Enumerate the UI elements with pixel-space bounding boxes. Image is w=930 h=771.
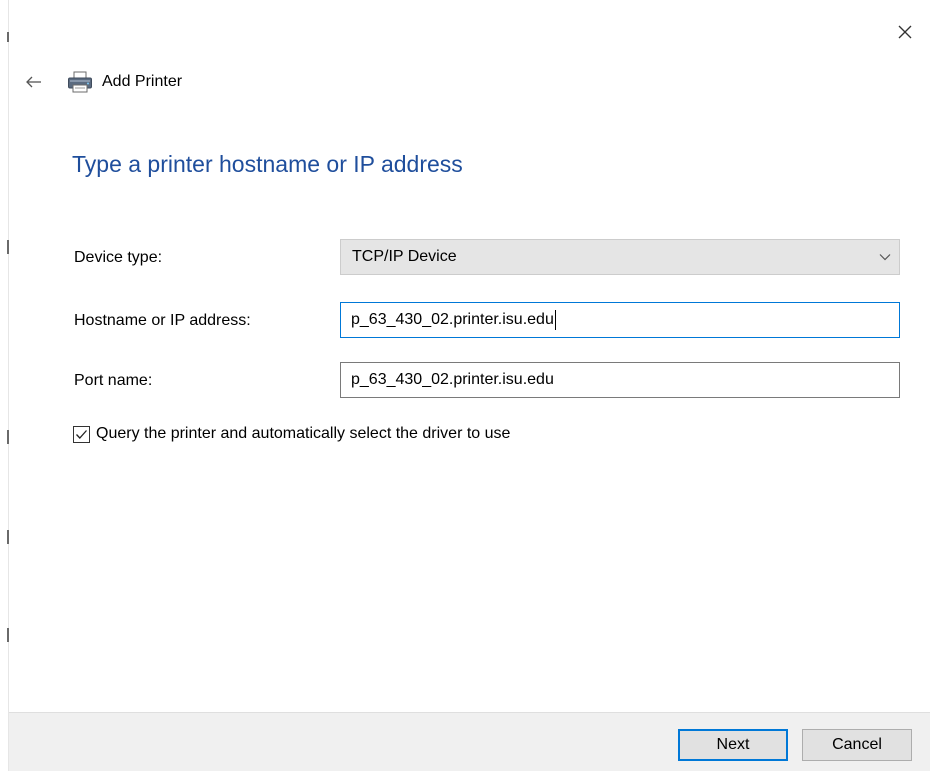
window-title: Add Printer: [102, 73, 183, 90]
add-printer-window: Add Printer Type a printer hostname or I…: [0, 0, 930, 771]
close-icon: [898, 25, 912, 39]
checkmark-icon: [76, 429, 87, 439]
device-type-dropdown[interactable]: TCP/IP Device: [340, 239, 900, 275]
port-name-input[interactable]: p_63_430_02.printer.isu.edu: [340, 362, 900, 398]
port-name-label: Port name:: [74, 372, 153, 389]
query-printer-label: Query the printer and automatically sele…: [96, 425, 511, 442]
back-button[interactable]: [22, 70, 46, 94]
device-type-row: Device type: TCP/IP Device: [72, 239, 902, 277]
close-button[interactable]: [890, 17, 920, 47]
printer-icon: [66, 70, 94, 94]
device-type-value: TCP/IP Device: [352, 248, 457, 265]
edge-mark: [7, 32, 9, 42]
port-name-value: p_63_430_02.printer.isu.edu: [351, 371, 554, 388]
chevron-down-icon: [871, 253, 899, 261]
wizard-footer: Next Cancel: [9, 712, 930, 771]
device-type-label: Device type:: [74, 249, 163, 266]
window-left-border: [8, 0, 9, 771]
hostname-row: Hostname or IP address: p_63_430_02.prin…: [72, 302, 902, 340]
hostname-label: Hostname or IP address:: [74, 312, 251, 329]
back-arrow-icon: [26, 76, 41, 88]
hostname-value: p_63_430_02.printer.isu.edu: [351, 310, 556, 330]
port-row: Port name: p_63_430_02.printer.isu.edu: [72, 362, 902, 400]
edge-mark: [7, 430, 9, 444]
edge-mark: [7, 530, 9, 544]
text-caret: [554, 310, 556, 330]
page-heading: Type a printer hostname or IP address: [72, 151, 463, 177]
edge-mark: [7, 628, 9, 642]
next-button[interactable]: Next: [678, 729, 788, 761]
wizard-header: Add Printer: [22, 67, 182, 97]
query-printer-checkbox[interactable]: [73, 425, 90, 443]
cancel-button[interactable]: Cancel: [802, 729, 912, 761]
query-printer-option[interactable]: Query the printer and automatically sele…: [73, 425, 510, 443]
edge-mark: [7, 240, 9, 254]
hostname-input[interactable]: p_63_430_02.printer.isu.edu: [340, 302, 900, 338]
